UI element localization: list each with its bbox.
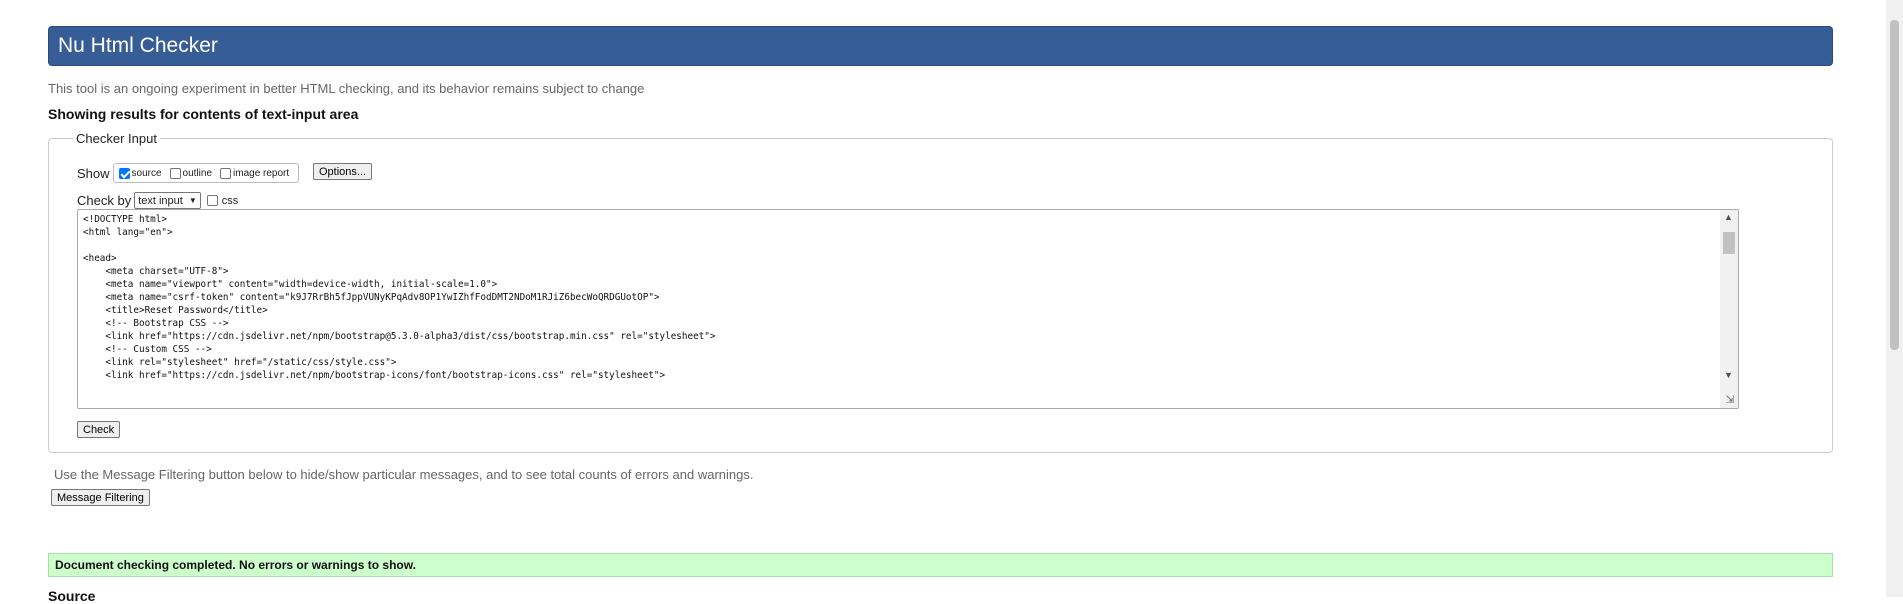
source-checkbox[interactable]: [118, 167, 130, 179]
source-heading: Source: [48, 588, 96, 604]
outline-option-label: outline: [182, 167, 213, 179]
page-scroll-thumb[interactable]: [1890, 20, 1899, 350]
tagline: This tool is an ongoing experiment in be…: [48, 81, 645, 96]
checker-input-legend: Checker Input: [76, 131, 157, 146]
chevron-down-icon: ▼: [188, 196, 197, 205]
success-banner: Document checking completed. No errors o…: [48, 553, 1833, 577]
source-option-label: source: [131, 167, 162, 179]
check-by-select-value: text input: [138, 194, 183, 207]
check-by-row: Check by text input ▼ css: [77, 192, 238, 209]
css-label: css: [221, 194, 239, 207]
options-button[interactable]: Options...: [313, 163, 373, 180]
app-header: Nu Html Checker: [48, 26, 1833, 66]
check-by-label: Check by: [77, 193, 132, 208]
results-source-heading: Showing results for contents of text-inp…: [48, 106, 359, 122]
show-options-group: source outline image report: [112, 163, 300, 183]
textarea-scrollbar[interactable]: ▲ ▼: [1720, 210, 1738, 408]
message-filter-hint: Use the Message Filtering button below t…: [54, 467, 754, 482]
resize-grip-icon[interactable]: ⇲: [1723, 393, 1737, 407]
source-textarea[interactable]: <!DOCTYPE html> <html lang="en"> <head> …: [77, 209, 1739, 409]
triangle-down-icon[interactable]: ▼: [1724, 370, 1733, 380]
check-by-select[interactable]: text input ▼: [134, 192, 201, 209]
outline-checkbox[interactable]: [169, 167, 181, 179]
page-scrollbar[interactable]: [1886, 0, 1903, 597]
triangle-up-icon[interactable]: ▲: [1724, 212, 1733, 222]
source-code-text: <!DOCTYPE html> <html lang="en"> <head> …: [83, 214, 716, 381]
show-label: Show: [77, 165, 110, 181]
textarea-scroll-thumb[interactable]: [1723, 232, 1735, 254]
image-report-checkbox[interactable]: [220, 167, 232, 179]
image-report-option-label: image report: [233, 167, 290, 179]
check-button[interactable]: Check: [77, 421, 121, 438]
css-checkbox[interactable]: [206, 195, 218, 206]
show-options-row: Show source outline image report: [77, 163, 300, 183]
app-title: Nu Html Checker: [58, 34, 218, 57]
message-filtering-button[interactable]: Message Filtering: [51, 489, 150, 506]
success-message: Document checking completed. No errors o…: [55, 558, 416, 572]
